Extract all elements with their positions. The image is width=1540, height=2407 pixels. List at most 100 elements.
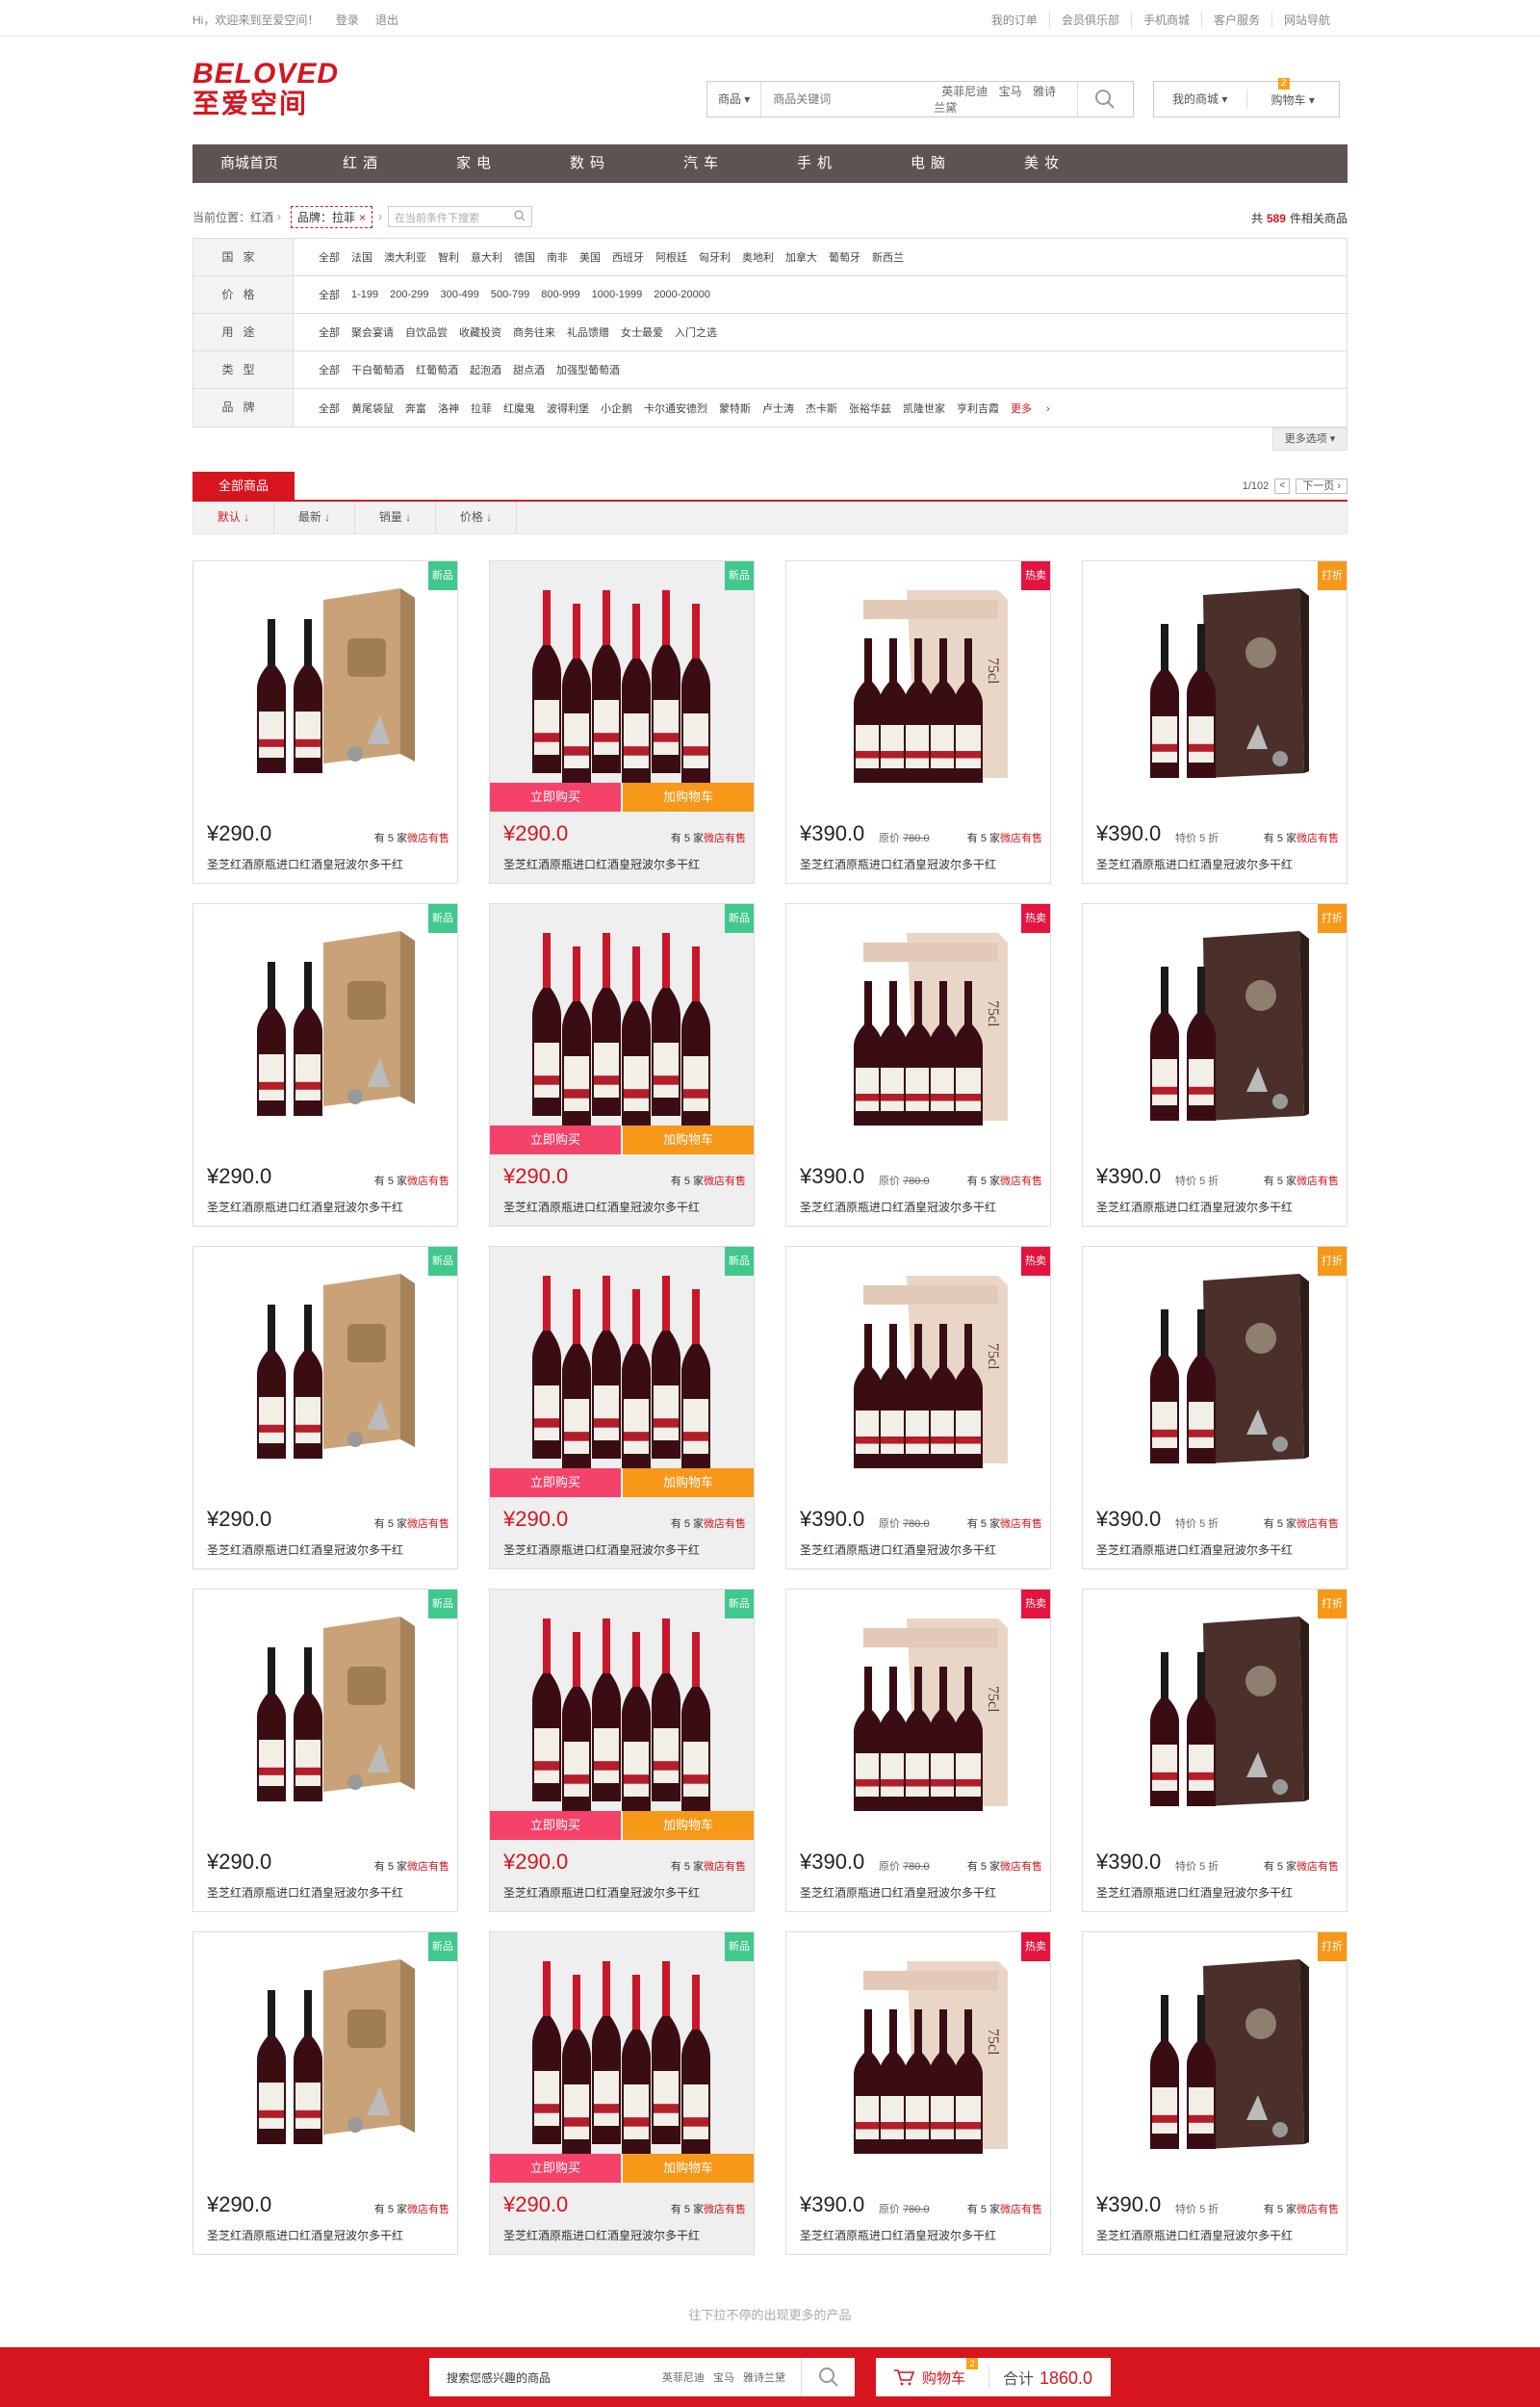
product-image[interactable]: 75cl (825, 923, 1015, 1135)
filter-option[interactable]: 智利 (438, 249, 459, 265)
filter-option[interactable]: 女士最爱 (621, 324, 663, 340)
product-image[interactable] (232, 1952, 423, 2163)
product-image[interactable] (1121, 581, 1312, 792)
filter-option[interactable]: 甜点酒 (513, 362, 545, 377)
filter-option[interactable]: 匈牙利 (699, 249, 731, 265)
filter-option[interactable]: 全部 (319, 287, 340, 302)
filter-option[interactable]: 红魔鬼 (503, 401, 535, 416)
hot-keyword[interactable]: 宝马 (713, 2372, 734, 2384)
filter-option[interactable]: 自饮品尝 (405, 324, 448, 340)
product-card[interactable]: 新品 立即购买 加购物车 ¥290.0 有 5 家微店有售 圣芝红酒原瓶进口红酒皇冠波… (489, 903, 755, 1227)
product-image[interactable] (528, 581, 719, 792)
filter-option[interactable]: 卢士涛 (762, 401, 794, 416)
nav-wine[interactable]: 红酒 (306, 144, 420, 183)
product-card[interactable]: 热卖 75cl ¥390.0 原价 780.0 有 5 家微店有售 圣芝红酒原瓶进口红… (785, 1246, 1051, 1569)
filter-search-input[interactable]: 在当前条件下搜索 (388, 206, 533, 227)
filter-option[interactable]: 加拿大 (785, 249, 817, 265)
nav-digital[interactable]: 数码 (533, 144, 647, 183)
product-title[interactable]: 圣芝红酒原瓶进口红酒皇冠波尔多干红 (1096, 856, 1293, 872)
product-title[interactable]: 圣芝红酒原瓶进口红酒皇冠波尔多干红 (1096, 1199, 1293, 1215)
filter-option[interactable]: 卡尔通安德烈 (644, 401, 707, 416)
filter-option[interactable]: 德国 (514, 249, 535, 265)
product-image[interactable] (232, 923, 423, 1135)
filter-option[interactable]: 全部 (319, 401, 340, 416)
link-member-club[interactable]: 会员俱乐部 (1048, 12, 1119, 28)
site-logo[interactable]: BELOVED 至爱空间 (192, 60, 339, 119)
product-image[interactable] (528, 1609, 719, 1821)
product-title[interactable]: 圣芝红酒原瓶进口红酒皇冠波尔多干红 (800, 1884, 996, 1901)
filter-option[interactable]: 加强型葡萄酒 (556, 362, 620, 377)
filter-option[interactable]: 南非 (547, 249, 568, 265)
filter-option[interactable]: 蒙特斯 (719, 401, 751, 416)
filter-option[interactable]: 新西兰 (872, 249, 904, 265)
more-options-button[interactable]: 更多选项 ▾ (1272, 427, 1348, 451)
filter-option[interactable]: 意大利 (471, 249, 502, 265)
filter-option[interactable]: 洛神 (438, 401, 459, 416)
add-to-cart-button[interactable]: 加购物车 (621, 1126, 754, 1154)
product-title[interactable]: 圣芝红酒原瓶进口红酒皇冠波尔多干红 (800, 1541, 996, 1558)
filter-option[interactable]: 奥地利 (742, 249, 774, 265)
filter-option[interactable]: 波得利堡 (547, 401, 589, 416)
buy-now-button[interactable]: 立即购买 (490, 2154, 621, 2183)
product-image[interactable] (232, 1609, 423, 1821)
hot-keyword[interactable]: 英菲尼迪 (941, 85, 988, 98)
filter-option[interactable]: 收藏投资 (459, 324, 501, 340)
filter-option[interactable]: 聚会宴请 (351, 324, 394, 340)
close-icon[interactable]: × (359, 211, 366, 224)
product-card[interactable]: 打折 ¥390.0 特价 5 折 有 5 家微店有售 圣芝红酒原瓶进口红酒皇冠波尔多… (1082, 1931, 1348, 2255)
add-to-cart-button[interactable]: 加购物车 (621, 1468, 754, 1497)
filter-option[interactable]: 阿根廷 (655, 249, 687, 265)
sort-price[interactable]: 价格 ↓ (436, 502, 517, 533)
nav-computer[interactable]: 电脑 (874, 144, 988, 183)
filter-option[interactable]: 入门之选 (675, 324, 717, 340)
filter-option[interactable]: 1000-1999 (592, 289, 643, 300)
filter-option[interactable]: 法国 (351, 249, 372, 265)
product-card[interactable]: 新品 ¥290.0 有 5 家微店有售 圣芝红酒原瓶进口红酒皇冠波尔多干红 (192, 1931, 458, 2255)
prev-page-button[interactable]: < (1274, 479, 1291, 494)
filter-option[interactable]: 张裕华兹 (849, 401, 891, 416)
filter-option[interactable]: 亨利吉霞 (957, 401, 999, 416)
product-image[interactable]: 75cl (825, 1609, 1015, 1821)
product-title[interactable]: 圣芝红酒原瓶进口红酒皇冠波尔多干红 (503, 1884, 700, 1901)
product-card[interactable]: 新品 立即购买 加购物车 ¥290.0 有 5 家微店有售 圣芝红酒原瓶进口红酒皇冠波… (489, 560, 755, 884)
filter-option[interactable]: 礼品馈赠 (567, 324, 609, 340)
hot-keyword[interactable]: 雅诗兰黛 (743, 2372, 785, 2384)
filter-option[interactable]: 1-199 (351, 289, 378, 300)
filter-option[interactable]: 800-999 (541, 289, 579, 300)
search-input[interactable] (761, 82, 935, 116)
product-card[interactable]: 新品 立即购买 加购物车 ¥290.0 有 5 家微店有售 圣芝红酒原瓶进口红酒皇冠波… (489, 1931, 755, 2255)
filter-option[interactable]: 黄尾袋鼠 (351, 401, 394, 416)
product-card[interactable]: 新品 ¥290.0 有 5 家微店有售 圣芝红酒原瓶进口红酒皇冠波尔多干红 (192, 1246, 458, 1569)
filter-option[interactable]: 干白葡萄酒 (351, 362, 404, 377)
product-image[interactable] (528, 1952, 719, 2163)
filter-option[interactable]: 葡萄牙 (829, 249, 860, 265)
product-card[interactable]: 热卖 75cl ¥390.0 原价 780.0 有 5 家微店有售 圣芝红酒原瓶进口红… (785, 1931, 1051, 2255)
sort-newest[interactable]: 最新 ↓ (274, 502, 355, 533)
product-card[interactable]: 热卖 75cl ¥390.0 原价 780.0 有 5 家微店有售 圣芝红酒原瓶进口红… (785, 1589, 1051, 1912)
nav-auto[interactable]: 汽车 (647, 144, 760, 183)
product-image[interactable] (1121, 1609, 1312, 1821)
product-image[interactable] (232, 1266, 423, 1478)
product-image[interactable]: 75cl (825, 1266, 1015, 1478)
sort-default[interactable]: 默认 ↓ (193, 502, 274, 533)
product-title[interactable]: 圣芝红酒原瓶进口红酒皇冠波尔多干红 (800, 2227, 996, 2243)
product-title[interactable]: 圣芝红酒原瓶进口红酒皇冠波尔多干红 (503, 1199, 700, 1215)
add-to-cart-button[interactable]: 加购物车 (621, 1811, 754, 1840)
nav-beauty[interactable]: 美妆 (988, 144, 1101, 183)
product-title[interactable]: 圣芝红酒原瓶进口红酒皇冠波尔多干红 (207, 1884, 403, 1901)
filter-option[interactable]: 商务往来 (513, 324, 555, 340)
product-card[interactable]: 新品 立即购买 加购物车 ¥290.0 有 5 家微店有售 圣芝红酒原瓶进口红酒皇冠波… (489, 1246, 755, 1569)
product-card[interactable]: 打折 ¥390.0 特价 5 折 有 5 家微店有售 圣芝红酒原瓶进口红酒皇冠波尔多… (1082, 1246, 1348, 1569)
buy-now-button[interactable]: 立即购买 (490, 783, 621, 812)
filter-option[interactable]: 全部 (319, 362, 340, 377)
bottom-search-button[interactable] (801, 2358, 855, 2396)
tab-all-products[interactable]: 全部商品 (192, 472, 295, 501)
product-title[interactable]: 圣芝红酒原瓶进口红酒皇冠波尔多干红 (503, 2227, 700, 2243)
product-title[interactable]: 圣芝红酒原瓶进口红酒皇冠波尔多干红 (207, 1199, 403, 1215)
filter-option[interactable]: 起泡酒 (470, 362, 501, 377)
product-card[interactable]: 打折 ¥390.0 特价 5 折 有 5 家微店有售 圣芝红酒原瓶进口红酒皇冠波尔多… (1082, 560, 1348, 884)
bottom-cart-button[interactable]: 购物车 2 (876, 2358, 989, 2389)
filter-option[interactable]: 澳大利亚 (384, 249, 426, 265)
product-card[interactable]: 打折 ¥390.0 特价 5 折 有 5 家微店有售 圣芝红酒原瓶进口红酒皇冠波尔多… (1082, 903, 1348, 1227)
product-image[interactable] (1121, 1952, 1312, 2163)
